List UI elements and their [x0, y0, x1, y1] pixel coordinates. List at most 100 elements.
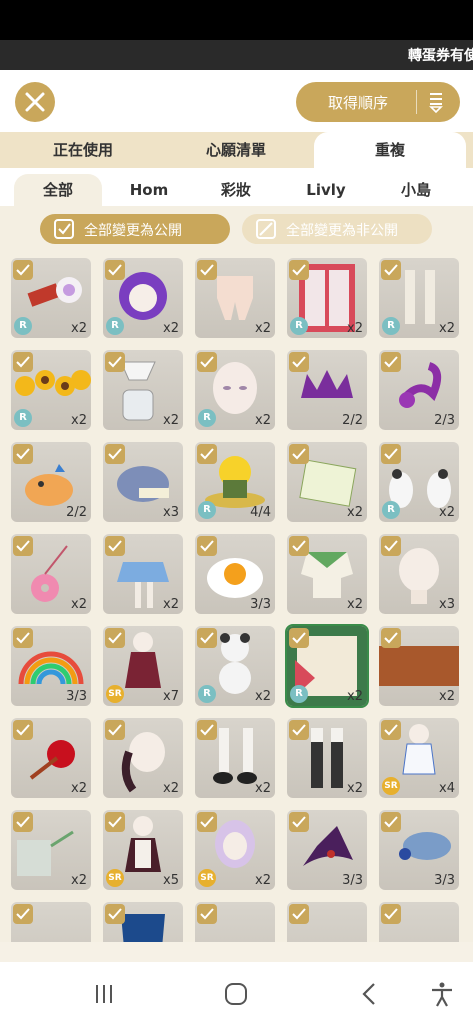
selected-check-icon[interactable]: [105, 720, 125, 740]
selected-check-icon[interactable]: [289, 536, 309, 556]
item-count: x2: [347, 505, 363, 520]
selected-check-icon[interactable]: [13, 536, 33, 556]
selected-check-icon[interactable]: [381, 628, 401, 648]
recent-apps-icon[interactable]: [90, 980, 118, 1008]
selected-check-icon[interactable]: [381, 444, 401, 464]
selected-check-icon[interactable]: [197, 352, 217, 372]
selected-check-icon[interactable]: [197, 720, 217, 740]
selected-check-icon[interactable]: [105, 444, 125, 464]
item-card[interactable]: SR x2: [195, 810, 275, 890]
item-card[interactable]: [11, 902, 91, 942]
selected-check-icon[interactable]: [13, 444, 33, 464]
item-card[interactable]: Rx2: [287, 258, 367, 338]
item-card[interactable]: Rx2: [285, 624, 369, 708]
item-card[interactable]: x2: [287, 442, 367, 522]
selected-check-icon[interactable]: [289, 444, 309, 464]
item-card[interactable]: 3/3: [379, 810, 459, 890]
close-button[interactable]: [15, 82, 55, 122]
item-card[interactable]: 3/3: [287, 810, 367, 890]
item-card[interactable]: [287, 902, 367, 942]
item-card[interactable]: Rx2: [379, 442, 459, 522]
item-card[interactable]: x2: [11, 718, 91, 798]
selected-check-icon[interactable]: [289, 260, 309, 280]
selected-check-icon[interactable]: [381, 260, 401, 280]
item-card[interactable]: R 4/4: [195, 442, 275, 522]
selected-check-icon[interactable]: [105, 904, 125, 924]
tab-duplicates[interactable]: 重複: [314, 132, 466, 168]
item-card[interactable]: x2: [195, 718, 275, 798]
tab-livly[interactable]: Livly: [294, 174, 358, 206]
selected-check-icon[interactable]: [105, 260, 125, 280]
item-card[interactable]: Rx2: [195, 350, 275, 430]
item-card[interactable]: x2: [195, 258, 275, 338]
item-card[interactable]: x2: [103, 350, 183, 430]
selected-check-icon[interactable]: [289, 812, 309, 832]
item-card[interactable]: [379, 902, 459, 942]
item-card[interactable]: Rx2: [11, 258, 91, 338]
make-all-private-button[interactable]: 全部變更為非公開: [242, 214, 432, 244]
selected-check-icon[interactable]: [13, 352, 33, 372]
item-card[interactable]: x2: [103, 718, 183, 798]
make-all-public-button[interactable]: 全部變更為公開: [40, 214, 230, 244]
selected-check-icon[interactable]: [105, 536, 125, 556]
item-card[interactable]: 3/3: [195, 534, 275, 614]
item-card[interactable]: Rx2: [379, 258, 459, 338]
item-card[interactable]: x2: [287, 534, 367, 614]
accessibility-icon[interactable]: [428, 980, 456, 1008]
selected-check-icon[interactable]: [289, 720, 309, 740]
selected-check-icon[interactable]: [13, 904, 33, 924]
selected-check-icon[interactable]: [13, 260, 33, 280]
close-icon: [25, 92, 45, 112]
item-card[interactable]: 2/2: [287, 350, 367, 430]
item-card[interactable]: 2/3: [379, 350, 459, 430]
selected-check-icon[interactable]: [197, 904, 217, 924]
tab-hom[interactable]: Hom: [114, 174, 184, 206]
item-card[interactable]: x2: [11, 534, 91, 614]
selected-check-icon[interactable]: [13, 628, 33, 648]
tab-island[interactable]: 小島: [386, 174, 446, 206]
selected-check-icon[interactable]: [13, 720, 33, 740]
tab-all[interactable]: 全部: [14, 174, 102, 206]
selected-check-icon[interactable]: [381, 812, 401, 832]
selected-check-icon[interactable]: [105, 812, 125, 832]
selected-check-icon[interactable]: [289, 352, 309, 372]
item-card[interactable]: x3: [379, 534, 459, 614]
tab-makeup[interactable]: 彩妝: [205, 174, 267, 206]
selected-check-icon[interactable]: [197, 260, 217, 280]
item-card[interactable]: x2: [379, 626, 459, 706]
selected-check-icon[interactable]: [197, 536, 217, 556]
item-card[interactable]: [195, 902, 275, 942]
item-count: x2: [71, 873, 87, 888]
selected-check-icon[interactable]: [105, 628, 125, 648]
item-card[interactable]: x2: [103, 534, 183, 614]
item-card[interactable]: Rx2: [103, 258, 183, 338]
tab-in-use[interactable]: 正在使用: [20, 132, 146, 168]
item-count: 3/3: [342, 873, 363, 888]
selected-check-icon[interactable]: [381, 352, 401, 372]
item-card[interactable]: Rx2: [11, 350, 91, 430]
selected-check-icon[interactable]: [381, 720, 401, 740]
item-card[interactable]: 2/2: [11, 442, 91, 522]
item-card[interactable]: SR x4: [379, 718, 459, 798]
selected-check-icon[interactable]: [105, 352, 125, 372]
item-card[interactable]: 3/3: [11, 626, 91, 706]
item-card[interactable]: [103, 902, 183, 942]
selected-check-icon[interactable]: [197, 628, 217, 648]
sort-order-button[interactable]: 取得順序: [296, 82, 460, 122]
item-card[interactable]: Rx2: [195, 626, 275, 706]
tab-wishlist[interactable]: 心願清單: [173, 132, 299, 168]
item-card[interactable]: SR x5: [103, 810, 183, 890]
item-card[interactable]: SR x7: [103, 626, 183, 706]
selected-check-icon[interactable]: [381, 536, 401, 556]
item-card[interactable]: x3: [103, 442, 183, 522]
selected-check-icon[interactable]: [197, 444, 217, 464]
home-icon[interactable]: [222, 980, 250, 1008]
selected-check-icon[interactable]: [381, 904, 401, 924]
back-icon[interactable]: [356, 980, 384, 1008]
selected-check-icon[interactable]: [13, 812, 33, 832]
item-card[interactable]: x2: [11, 810, 91, 890]
selected-check-icon[interactable]: [289, 628, 309, 648]
selected-check-icon[interactable]: [289, 904, 309, 924]
selected-check-icon[interactable]: [197, 812, 217, 832]
item-card[interactable]: x2: [287, 718, 367, 798]
